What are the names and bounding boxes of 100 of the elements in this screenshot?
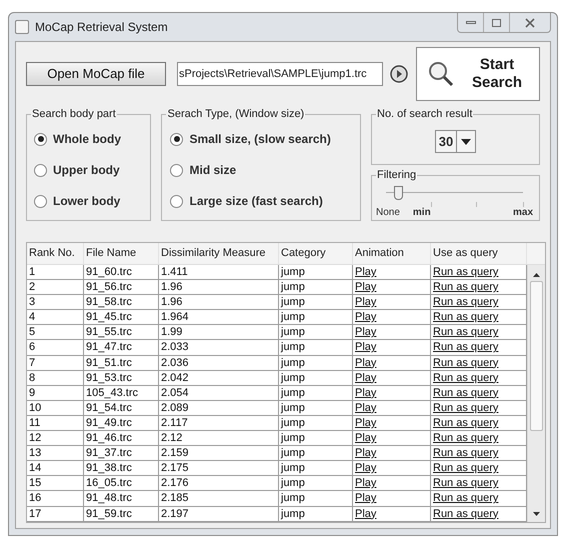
play-link[interactable]: Play (353, 386, 431, 400)
table-cell: 2.089 (159, 400, 279, 415)
table-cell: 2.175 (159, 461, 279, 476)
table-cell: 6 (27, 340, 84, 355)
play-link[interactable]: Play (353, 280, 431, 294)
table-cell: 91_37.trc (84, 446, 159, 460)
window-title: MoCap Retrieval System (35, 19, 168, 36)
play-link[interactable]: Play (353, 416, 431, 430)
start-search-button[interactable]: Start Search (416, 47, 540, 101)
slider-label: min (412, 207, 431, 219)
table-cell: jump (279, 370, 353, 385)
group-title: Search body part (31, 107, 117, 121)
table-cell: 91_51.trc (84, 356, 159, 370)
table-cell: 8 (27, 370, 84, 385)
column-header[interactable]: Rank No. (27, 243, 84, 264)
radio-label: Lower body (53, 193, 120, 210)
play-link[interactable]: Play (353, 491, 431, 506)
radio-label: Mid size (189, 162, 236, 179)
table-cell: jump (279, 400, 353, 415)
table-cell: 91_49.trc (84, 416, 159, 430)
table-cell: jump (279, 416, 353, 430)
table-cell: 2.159 (159, 446, 279, 460)
table-cell: 17 (27, 506, 84, 521)
radio-label: Small size, (slow search) (189, 131, 331, 148)
table-cell: jump (279, 310, 353, 324)
table-cell: 10 (27, 400, 84, 415)
column-header[interactable]: File Name (84, 243, 159, 264)
radio-button[interactable] (170, 164, 184, 176)
radio-button[interactable] (170, 194, 184, 208)
radio-button[interactable] (170, 132, 184, 146)
table-cell: jump (279, 431, 353, 446)
table-cell: 3 (27, 295, 84, 310)
play-link[interactable]: Play (353, 446, 431, 460)
play-link[interactable]: Play (353, 400, 431, 415)
radio-button[interactable] (34, 164, 47, 176)
table-cell: jump (279, 461, 353, 476)
table-cell: 91_45.trc (84, 310, 159, 324)
table-cell: 2.033 (159, 340, 279, 355)
table-cell: 1.411 (159, 265, 279, 280)
table-cell: 2 (27, 280, 84, 294)
table-cell: 91_38.trc (84, 461, 159, 476)
slider-thumb[interactable] (394, 186, 404, 200)
column-header[interactable]: Animation (353, 243, 431, 264)
table-cell: 2.185 (159, 491, 279, 506)
table-cell: 1.96 (159, 280, 279, 294)
table-cell: 7 (27, 356, 84, 370)
caret-icon (461, 138, 472, 144)
play-link[interactable]: Play (353, 370, 431, 385)
play-link[interactable]: Play (353, 431, 431, 446)
table-cell: jump (279, 446, 353, 460)
radio-label: Large size (fast search) (189, 193, 323, 210)
table-cell: jump (279, 506, 353, 521)
table-cell: 91_47.trc (84, 340, 159, 355)
table-cell: 2.054 (159, 386, 279, 400)
table-cell: 5 (27, 325, 84, 340)
play-link[interactable]: Play (353, 340, 431, 355)
table-cell: jump (279, 386, 353, 400)
play-link[interactable]: Play (353, 310, 431, 324)
table-cell: 1.96 (159, 295, 279, 310)
table-cell: jump (279, 491, 353, 506)
table-cell: 12 (27, 431, 84, 446)
table-cell: 1.964 (159, 310, 279, 324)
play-link[interactable]: Play (353, 295, 431, 310)
table-cell: 91_53.trc (84, 370, 159, 385)
table-cell: 2.036 (159, 356, 279, 370)
radio-label: Upper body (53, 162, 120, 179)
play-link[interactable]: Play (353, 356, 431, 370)
result-count-dropdown[interactable]: 30 (434, 130, 476, 153)
play-link[interactable]: Play (353, 325, 431, 340)
play-link[interactable]: Play (353, 461, 431, 476)
table-cell: 91_55.trc (84, 325, 159, 340)
app-icon (15, 20, 29, 34)
slider-label: None (376, 207, 400, 219)
scrollbar[interactable] (527, 265, 545, 522)
column-header[interactable]: Category (279, 243, 353, 264)
file-path-field[interactable]: sProjects\Retrieval\SAMPLE\jump1.trc (177, 62, 383, 86)
open-file-button[interactable]: Open MoCap file (26, 62, 166, 86)
play-link[interactable]: Play (353, 506, 431, 521)
table-cell: 2.197 (159, 506, 279, 521)
radio-button[interactable] (34, 132, 47, 146)
radio-label: Whole body (53, 131, 121, 148)
play-link[interactable]: Play (353, 476, 431, 490)
table-cell: 2.12 (159, 431, 279, 446)
table-cell: 16_05.trc (84, 476, 159, 490)
play-icon[interactable] (390, 65, 408, 83)
table-cell: 1 (27, 265, 84, 280)
table-cell: jump (279, 325, 353, 340)
column-header[interactable]: Use as query (431, 243, 527, 264)
play-link[interactable]: Play (353, 265, 431, 280)
scroll-up-icon[interactable] (533, 273, 540, 277)
filter-slider[interactable] (386, 186, 523, 200)
table-cell: 9 (27, 386, 84, 400)
radio-button[interactable] (34, 194, 47, 208)
slider-label: max (512, 207, 533, 219)
table-cell: jump (279, 280, 353, 294)
table-cell: jump (279, 295, 353, 310)
table-cell: 2.176 (159, 476, 279, 490)
column-header[interactable]: Dissimilarity Measure (159, 243, 279, 264)
table-cell: 2.042 (159, 370, 279, 385)
scroll-down-icon[interactable] (533, 512, 540, 516)
